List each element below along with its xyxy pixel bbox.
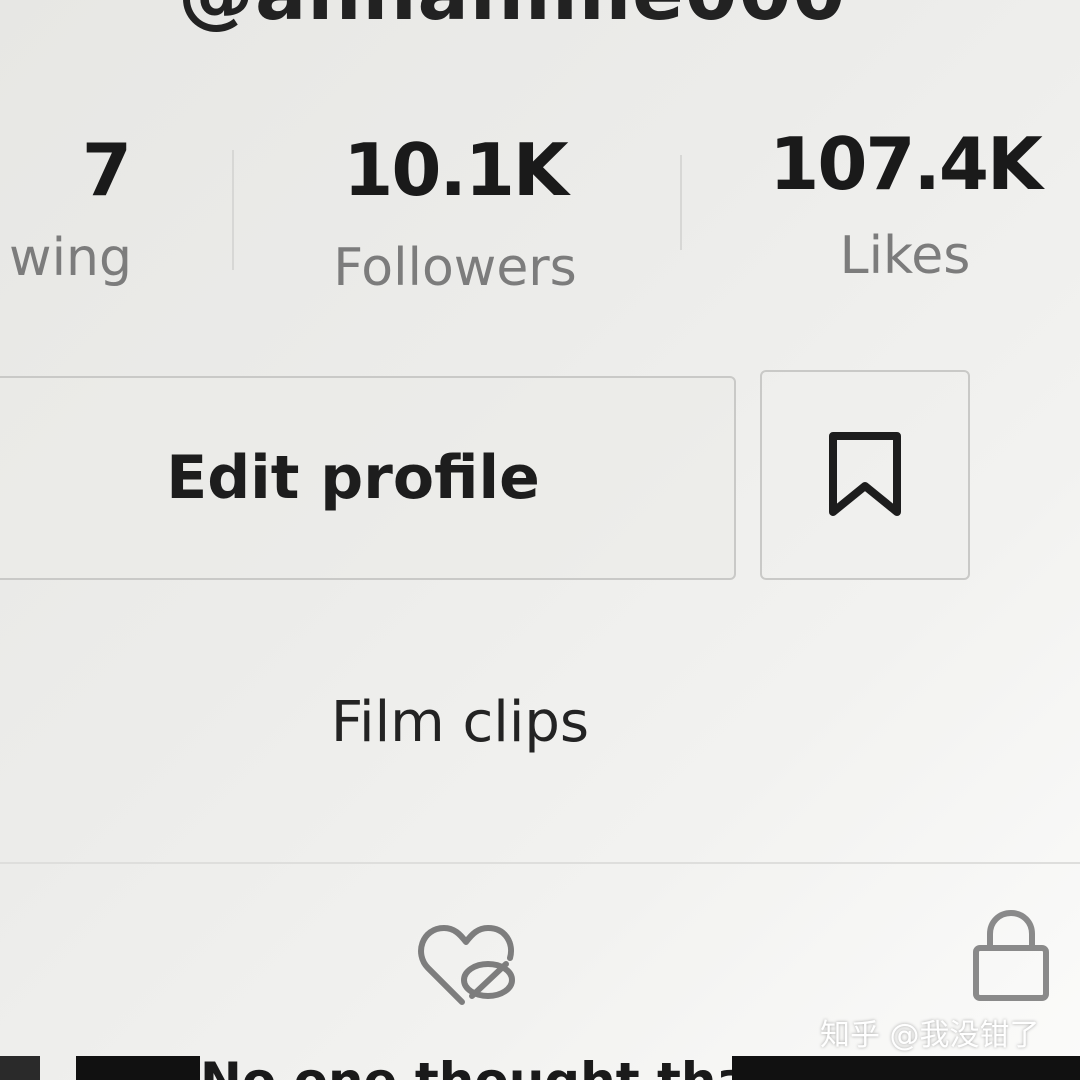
- tab-private-videos[interactable]: [968, 904, 1054, 1004]
- video-caption: No one thought that: [200, 1056, 774, 1080]
- watermark: 知乎 @我没钳了: [820, 1018, 1040, 1053]
- likes-label: Likes: [839, 226, 971, 286]
- profile-bio: Film clips: [330, 690, 590, 755]
- video-thumbnail[interactable]: [732, 1056, 1080, 1080]
- tab-divider: [0, 862, 1080, 864]
- followers-stat[interactable]: 10.1K Followers: [300, 134, 610, 294]
- followers-count: 10.1K: [343, 128, 568, 212]
- stat-divider: [680, 155, 682, 250]
- lock-icon: [973, 909, 1049, 1001]
- liked-hidden-icon: [418, 925, 515, 1005]
- video-thumbnail[interactable]: [76, 1056, 200, 1080]
- video-thumbnail[interactable]: [0, 1056, 40, 1080]
- tab-liked-videos[interactable]: [416, 918, 520, 1010]
- edit-profile-label: Edit profile: [166, 443, 540, 513]
- profile-handle: @annanime000: [178, 0, 846, 37]
- following-count: 7: [81, 128, 132, 212]
- likes-stat[interactable]: 107.4K Likes: [760, 128, 1050, 282]
- followers-label: Followers: [333, 238, 577, 298]
- stat-divider: [232, 150, 234, 270]
- edit-profile-button[interactable]: Edit profile: [0, 376, 736, 580]
- following-label: wing: [9, 228, 132, 288]
- bookmark-icon: [829, 432, 901, 516]
- likes-count: 107.4K: [769, 122, 1043, 206]
- bookmark-button[interactable]: [760, 370, 970, 580]
